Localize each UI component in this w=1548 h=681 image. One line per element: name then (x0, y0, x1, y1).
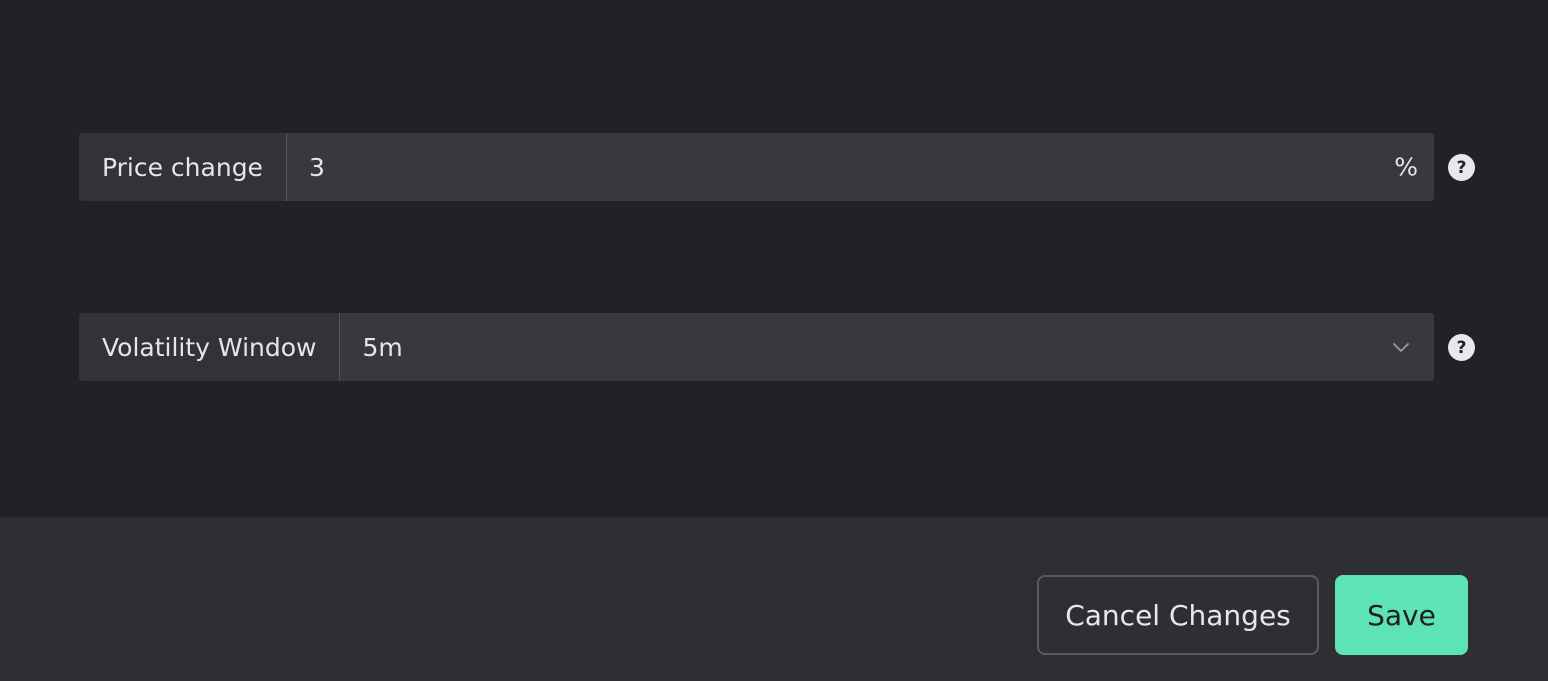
volatility-window-value: 5m (362, 332, 403, 362)
price-change-label: Price change (79, 133, 287, 201)
save-button[interactable]: Save (1335, 575, 1468, 655)
volatility-window-field: Volatility Window 5m (79, 313, 1434, 381)
volatility-window-help-icon[interactable]: ? (1448, 334, 1475, 361)
volatility-window-select[interactable]: 5m (340, 313, 1434, 381)
price-change-help-icon[interactable]: ? (1448, 154, 1475, 181)
chevron-down-icon (1393, 343, 1409, 352)
price-change-input[interactable]: 3 % (287, 133, 1434, 201)
price-change-value: 3 (308, 152, 325, 182)
settings-panel: Price change 3 % ? Volatility Window 5m … (0, 0, 1548, 517)
price-change-field: Price change 3 % (79, 133, 1434, 201)
percent-suffix: % (1394, 152, 1418, 182)
footer-bar: Cancel Changes Save (0, 517, 1548, 681)
volatility-window-label: Volatility Window (79, 313, 341, 381)
cancel-changes-button[interactable]: Cancel Changes (1037, 575, 1319, 655)
